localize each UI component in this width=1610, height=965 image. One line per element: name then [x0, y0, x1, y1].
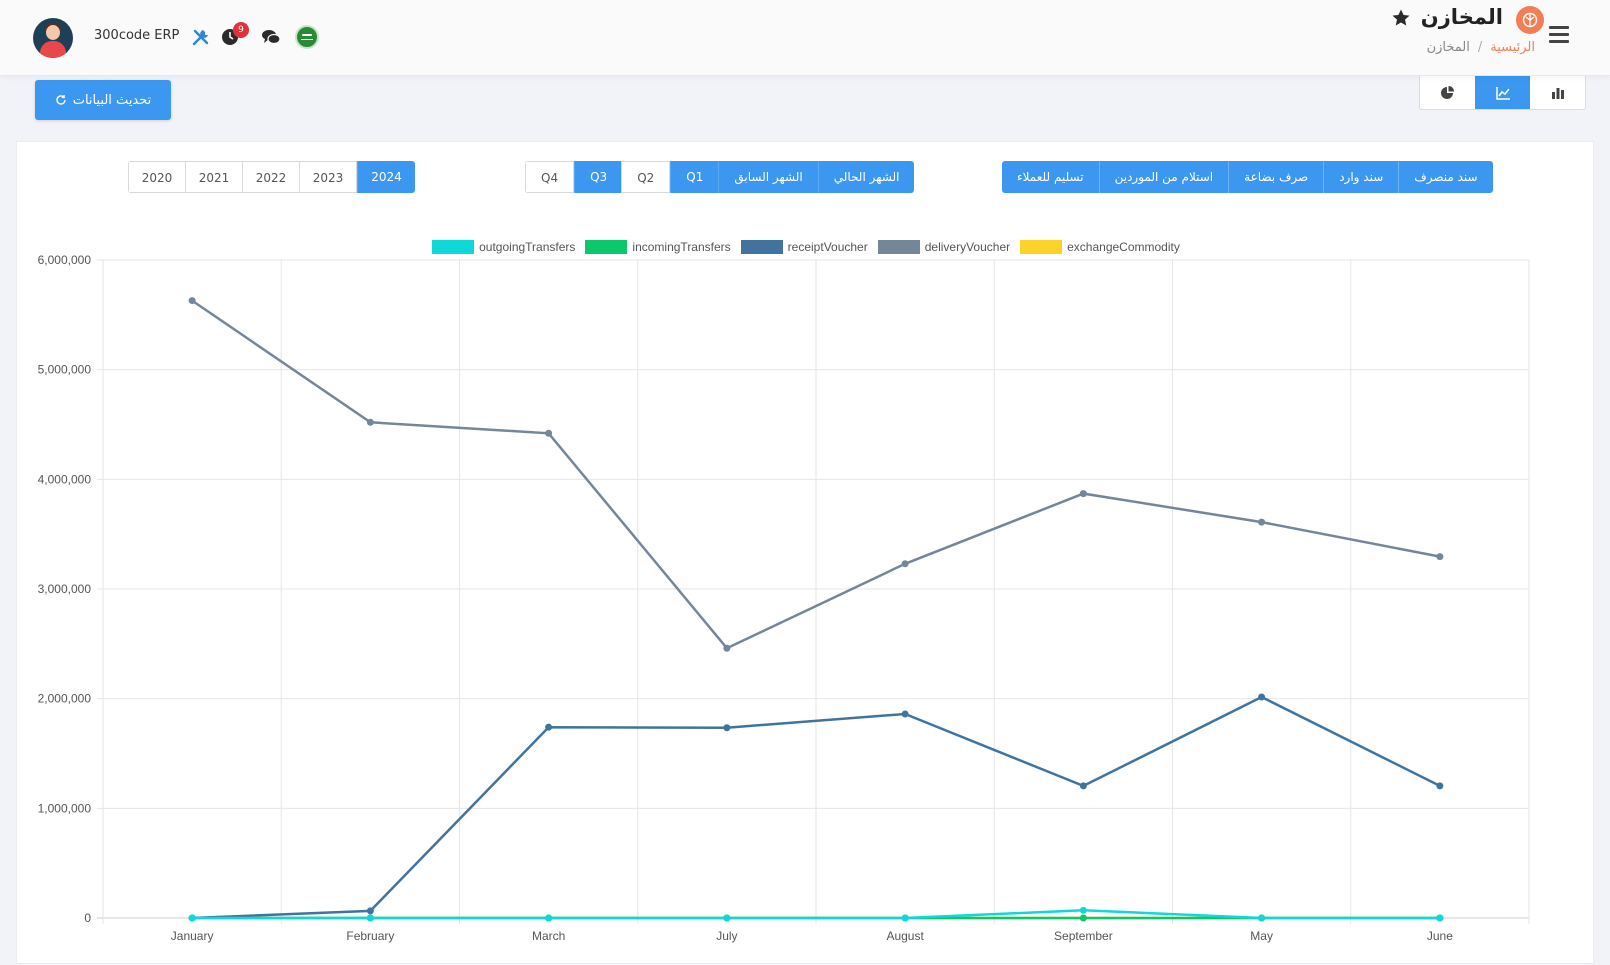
- refresh-icon: [56, 94, 66, 105]
- chart-type-switcher: [1419, 76, 1586, 110]
- data-point-outgoingTransfers: [1436, 914, 1444, 922]
- bar-chart-button[interactable]: [1530, 76, 1585, 109]
- chat-icon[interactable]: [261, 27, 281, 47]
- warehouse-module-icon: [1516, 6, 1544, 34]
- top-header: 300code ERP 9 المخازن الرئيسية / المخازن: [0, 0, 1610, 76]
- data-point-receiptVoucher: [723, 724, 731, 732]
- x-tick-label: September: [1054, 929, 1113, 943]
- data-point-deliveryVoucher: [366, 418, 374, 426]
- data-point-outgoingTransfers: [1079, 906, 1087, 914]
- y-tick-label: 0: [84, 911, 91, 925]
- x-tick-label: January: [171, 929, 214, 943]
- data-point-receiptVoucher: [901, 710, 909, 718]
- data-point-receiptVoucher: [366, 907, 374, 915]
- data-point-deliveryVoucher: [188, 297, 196, 305]
- refresh-data-label: تحديث البيانات: [72, 92, 152, 108]
- data-point-outgoingTransfers: [1258, 914, 1266, 922]
- data-point-outgoingTransfers: [188, 914, 196, 922]
- page-title: المخازن: [1420, 5, 1503, 29]
- user-avatar[interactable]: [33, 18, 73, 58]
- data-point-outgoingTransfers: [366, 914, 374, 922]
- data-point-deliveryVoucher: [545, 429, 553, 437]
- x-tick-label: July: [716, 929, 737, 943]
- data-point-deliveryVoucher: [1079, 490, 1087, 498]
- notification-badge: 9: [233, 22, 249, 38]
- data-point-outgoingTransfers: [723, 914, 731, 922]
- y-tick-label: 1,000,000: [38, 801, 92, 815]
- bar-chart-icon: [1551, 87, 1564, 99]
- data-point-incomingTransfers: [1079, 914, 1087, 922]
- x-tick-label: August: [886, 929, 924, 943]
- star-icon[interactable]: [1391, 8, 1411, 28]
- pie-chart-button[interactable]: [1420, 76, 1475, 109]
- chart-card: 2020 2021 2022 2023 2024 Q4 Q3 Q2 Q1 الش…: [16, 141, 1594, 964]
- breadcrumb: الرئيسية / المخازن: [1427, 40, 1535, 55]
- y-tick-label: 5,000,000: [38, 363, 92, 377]
- data-point-receiptVoucher: [1436, 782, 1444, 790]
- y-tick-label: 4,000,000: [38, 472, 92, 486]
- line-chart-button[interactable]: [1475, 76, 1530, 109]
- data-point-outgoingTransfers: [545, 914, 553, 922]
- data-point-outgoingTransfers: [901, 914, 909, 922]
- data-point-receiptVoucher: [1258, 693, 1266, 701]
- hamburger-menu-icon[interactable]: [1549, 26, 1569, 44]
- y-tick-label: 6,000,000: [38, 253, 92, 267]
- x-tick-label: February: [346, 929, 394, 943]
- tools-icon[interactable]: [191, 27, 211, 47]
- data-point-deliveryVoucher: [901, 560, 909, 568]
- data-point-receiptVoucher: [545, 723, 553, 731]
- data-point-deliveryVoucher: [723, 644, 731, 652]
- language-flag-icon[interactable]: [295, 25, 319, 49]
- breadcrumb-separator: /: [1477, 40, 1483, 55]
- app-name: 300code ERP: [94, 28, 180, 43]
- line-chart: 0 1,000,000 2,000,000 3,000,000 4,000,000 5,0…: [38, 253, 1530, 943]
- refresh-data-button[interactable]: تحديث البيانات: [35, 80, 171, 120]
- data-point-deliveryVoucher: [1258, 518, 1266, 526]
- y-tick-label: 3,000,000: [38, 582, 92, 596]
- data-point-receiptVoucher: [1079, 782, 1087, 790]
- line-chart-icon: [1495, 86, 1510, 100]
- x-tick-label: March: [532, 929, 565, 943]
- x-tick-label: May: [1250, 929, 1273, 943]
- data-point-deliveryVoucher: [1436, 553, 1444, 561]
- breadcrumb-current: المخازن: [1426, 40, 1470, 55]
- pie-chart-icon: [1440, 85, 1454, 99]
- y-tick-label: 2,000,000: [38, 692, 92, 706]
- breadcrumb-home-link[interactable]: الرئيسية: [1490, 40, 1535, 55]
- x-tick-label: June: [1427, 929, 1453, 943]
